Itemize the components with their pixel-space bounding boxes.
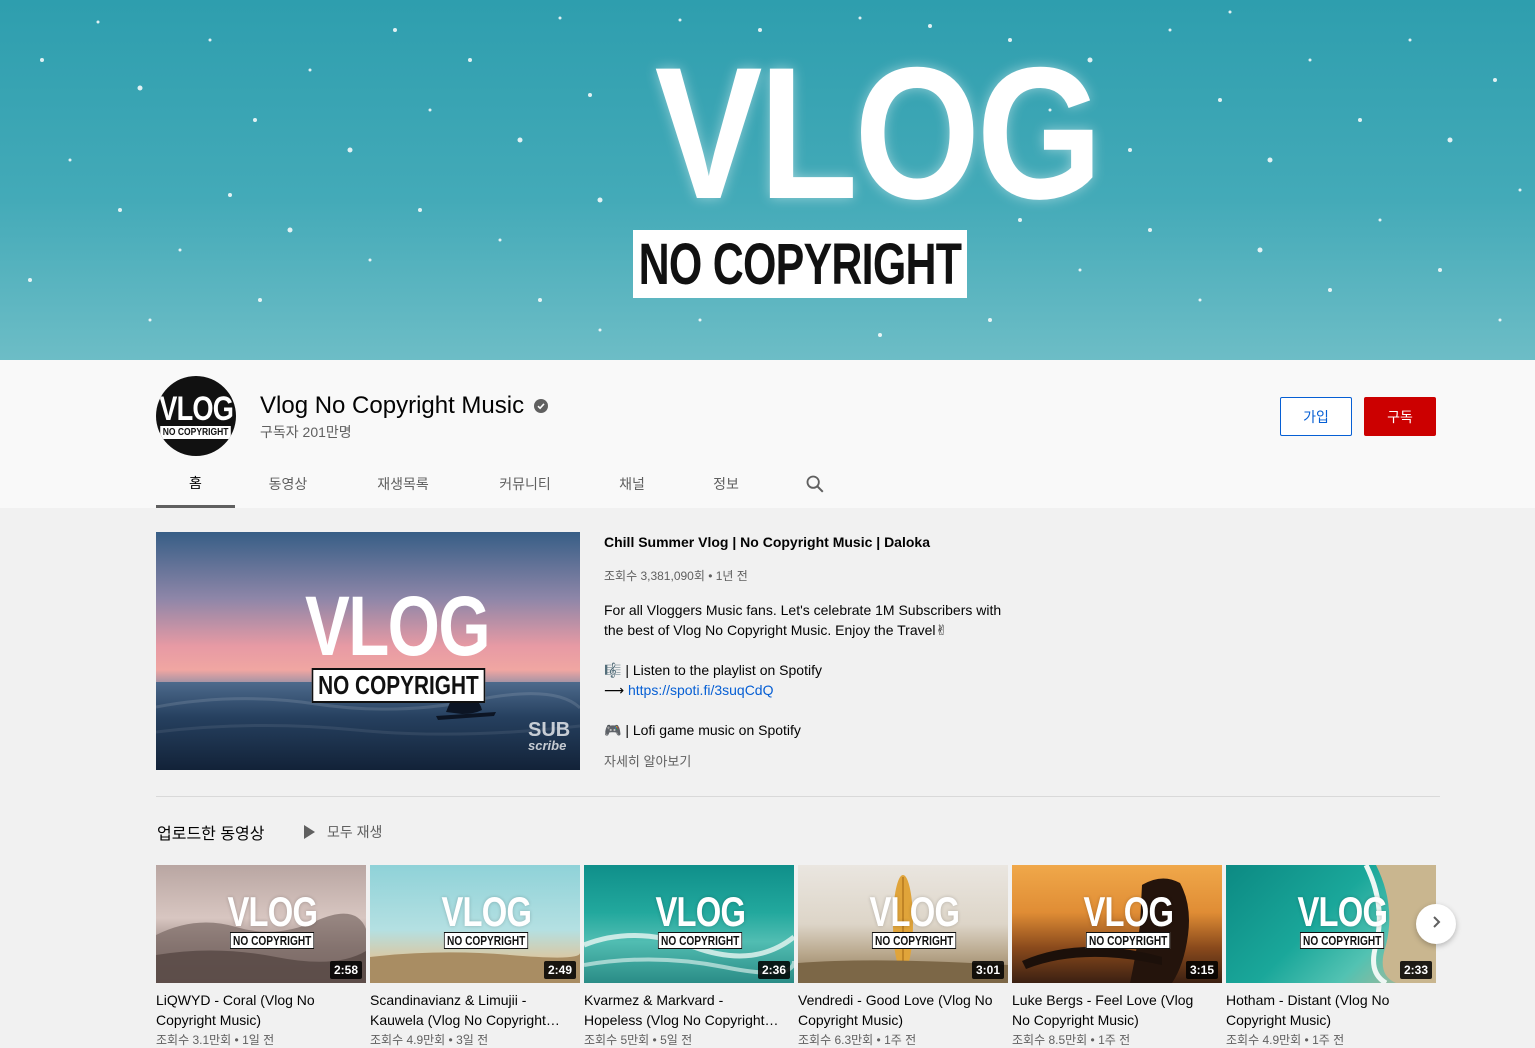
banner-logo-sub: NO COPYRIGHT <box>638 231 962 297</box>
featured-video-info: Chill Summer Vlog | No Copyright Music |… <box>604 532 1024 740</box>
video-meta: 조회수 5만회 • 5일 전 <box>584 1033 693 1047</box>
shelf-title[interactable]: 업로드한 동영상 <box>157 820 265 844</box>
search-icon[interactable] <box>804 473 826 500</box>
play-all-button[interactable]: 모두 재생 <box>304 822 382 842</box>
video-duration: 2:49 <box>543 961 576 979</box>
shelf-next-button[interactable] <box>1416 904 1456 944</box>
thumbnail-logo-main: VLOG <box>441 888 532 935</box>
video-duration: 2:58 <box>329 961 362 979</box>
video-card[interactable]: VLOG NO COPYRIGHT 3:01 Vendredi - Good Lo… <box>798 865 1008 1048</box>
video-thumbnail[interactable]: VLOG NO COPYRIGHT 3:01 <box>798 865 1008 983</box>
thumbnail-logo-sub: NO COPYRIGHT <box>229 932 315 949</box>
avatar-logo-sub: NO COPYRIGHT <box>160 425 232 439</box>
thumbnail-logo-main: VLOG <box>227 888 318 935</box>
subscriber-count: 구독자 201만명 <box>260 424 352 440</box>
featured-thumbnail-logo: VLOG NO COPYRIGHT <box>290 579 491 703</box>
description-line: For all Vloggers Music fans. Let's celeb… <box>604 602 1002 618</box>
banner-logo-sub-box: NO COPYRIGHT <box>633 230 967 298</box>
video-title[interactable]: Scandinavianz & Limujii - Kauwela (Vlog … <box>370 990 580 1030</box>
play-all-label: 모두 재생 <box>327 824 383 840</box>
section-divider <box>156 796 1440 797</box>
chevron-right-icon <box>1428 914 1444 935</box>
tab-videos[interactable]: 동영상 <box>252 460 324 508</box>
tab-channels[interactable]: 채널 <box>602 460 662 508</box>
arrow-icon: ⟶ <box>604 682 625 698</box>
thumbnail-logo: VLOG NO COPYRIGHT <box>860 888 960 950</box>
video-card[interactable]: VLOG NO COPYRIGHT 2:33 Hotham - Distant (… <box>1226 865 1436 1048</box>
channel-name: Vlog No Copyright Music <box>260 392 525 419</box>
featured-thumbnail-logo-sub: NO COPYRIGHT <box>311 668 486 703</box>
video-meta: 조회수 3.1만회 • 1일 전 <box>156 1033 275 1047</box>
video-title[interactable]: Kvarmez & Markvard - Hopeless (Vlog No C… <box>584 990 794 1030</box>
video-card[interactable]: VLOG NO COPYRIGHT 3:15 Luke Bergs - Feel … <box>1012 865 1222 1048</box>
description-line: 🎮 | Lofi game music on Spotify <box>604 722 801 738</box>
featured-video-title[interactable]: Chill Summer Vlog | No Copyright Music |… <box>604 532 1024 551</box>
subscribe-watermark: SUB scribe <box>528 719 571 754</box>
featured-video-thumbnail[interactable]: VLOG NO COPYRIGHT SUB scribe <box>156 532 580 770</box>
video-meta: 조회수 6.3만회 • 1주 전 <box>798 1033 917 1047</box>
video-card[interactable]: VLOG NO COPYRIGHT 2:58 LiQWYD - Coral (Vl… <box>156 865 366 1048</box>
video-thumbnail[interactable]: VLOG NO COPYRIGHT 2:33 <box>1226 865 1436 983</box>
thumbnail-logo-main: VLOG <box>1083 888 1174 935</box>
video-meta: 조회수 8.5만회 • 1주 전 <box>1012 1033 1131 1047</box>
video-thumbnail[interactable]: VLOG NO COPYRIGHT 2:49 <box>370 865 580 983</box>
banner-logo: VLOG NO COPYRIGHT <box>631 28 1103 298</box>
video-title[interactable]: Hotham - Distant (Vlog No Copyright Musi… <box>1226 990 1436 1030</box>
thumbnail-logo: VLOG NO COPYRIGHT <box>1288 888 1388 950</box>
thumbnail-logo: VLOG NO COPYRIGHT <box>218 888 318 950</box>
thumbnail-logo-sub: NO COPYRIGHT <box>1085 932 1171 949</box>
description-link-line: ⟶ https://spoti.fi/3suqCdQ <box>604 680 1024 700</box>
banner-logo-main: VLOG <box>654 28 1103 238</box>
channel-name-row: Vlog No Copyright Music <box>260 392 549 420</box>
tab-home[interactable]: 홈 <box>156 460 235 508</box>
subscribe-watermark-top: SUB <box>528 719 571 741</box>
video-meta: 조회수 4.9만회 • 1주 전 <box>1226 1033 1345 1047</box>
play-icon <box>304 825 315 839</box>
featured-thumbnail-logo-main: VLOG <box>305 579 491 673</box>
channel-header: VLOG NO COPYRIGHT Vlog No Copyright Musi… <box>0 360 1535 508</box>
description-line: 🎼 | Listen to the playlist on Spotify <box>604 662 822 678</box>
video-thumbnail[interactable]: VLOG NO COPYRIGHT 2:58 <box>156 865 366 983</box>
thumbnail-logo: VLOG NO COPYRIGHT <box>432 888 532 950</box>
video-card[interactable]: VLOG NO COPYRIGHT 2:49 Scandinavianz & Li… <box>370 865 580 1048</box>
video-duration: 3:15 <box>1185 961 1218 979</box>
tab-community[interactable]: 커뮤니티 <box>482 460 568 508</box>
thumbnail-logo-main: VLOG <box>869 888 960 935</box>
channel-banner: VLOG NO COPYRIGHT <box>0 0 1535 360</box>
description-line: the best of Vlog No Copyright Music. Enj… <box>604 622 948 638</box>
spotify-link[interactable]: https://spoti.fi/3suqCdQ <box>628 682 774 698</box>
featured-video-meta: 조회수 3,381,090회 • 1년 전 <box>604 569 748 583</box>
tab-playlists[interactable]: 재생목록 <box>362 460 444 508</box>
avatar-logo-main: VLOG <box>159 389 234 428</box>
thumbnail-logo-sub: NO COPYRIGHT <box>871 932 957 949</box>
thumbnail-logo-main: VLOG <box>655 888 746 935</box>
read-more-link[interactable]: 자세히 알아보기 <box>604 751 691 770</box>
video-thumbnail[interactable]: VLOG NO COPYRIGHT 3:15 <box>1012 865 1222 983</box>
channel-avatar[interactable]: VLOG NO COPYRIGHT <box>156 376 236 456</box>
video-title[interactable]: Vendredi - Good Love (Vlog No Copyright … <box>798 990 1008 1030</box>
thumbnail-logo: VLOG NO COPYRIGHT <box>1074 888 1174 950</box>
video-title[interactable]: LiQWYD - Coral (Vlog No Copyright Music) <box>156 990 366 1030</box>
join-button[interactable]: 가입 <box>1280 397 1352 436</box>
video-duration: 2:36 <box>757 961 790 979</box>
video-meta: 조회수 4.9만회 • 3일 전 <box>370 1033 489 1047</box>
featured-video-description: For all Vloggers Music fans. Let's celeb… <box>604 600 1024 740</box>
thumbnail-logo-sub: NO COPYRIGHT <box>1299 932 1385 949</box>
video-thumbnail[interactable]: VLOG NO COPYRIGHT 2:36 <box>584 865 794 983</box>
thumbnail-logo-main: VLOG <box>1297 888 1388 935</box>
thumbnail-logo-sub: NO COPYRIGHT <box>657 932 743 949</box>
check-circle-icon <box>534 399 549 413</box>
thumbnail-logo-sub: NO COPYRIGHT <box>443 932 529 949</box>
video-duration: 2:33 <box>1399 961 1432 979</box>
video-title[interactable]: Luke Bergs - Feel Love (Vlog No Copyrigh… <box>1012 990 1222 1030</box>
thumbnail-logo: VLOG NO COPYRIGHT <box>646 888 746 950</box>
tab-about[interactable]: 정보 <box>696 460 756 508</box>
subscribe-watermark-bottom: scribe <box>528 738 567 753</box>
video-duration: 3:01 <box>971 961 1004 979</box>
subscribe-button[interactable]: 구독 <box>1364 397 1436 436</box>
video-card[interactable]: VLOG NO COPYRIGHT 2:36 Kvarmez & Markvard… <box>584 865 794 1048</box>
